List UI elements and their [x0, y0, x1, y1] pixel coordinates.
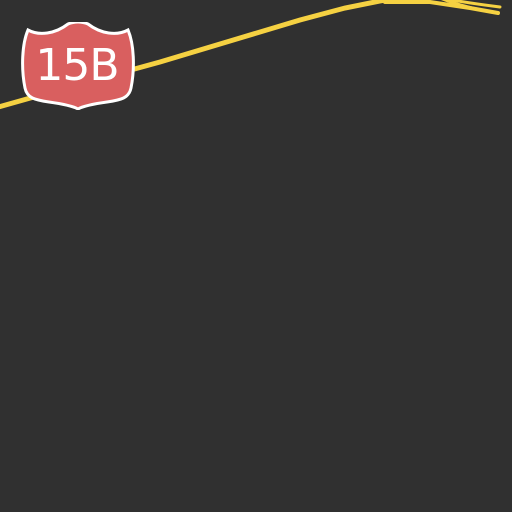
map-canvas[interactable]: 15B	[0, 0, 512, 512]
route-number-label: 15B	[35, 40, 119, 91]
route-shield[interactable]: 15B	[21, 22, 135, 110]
